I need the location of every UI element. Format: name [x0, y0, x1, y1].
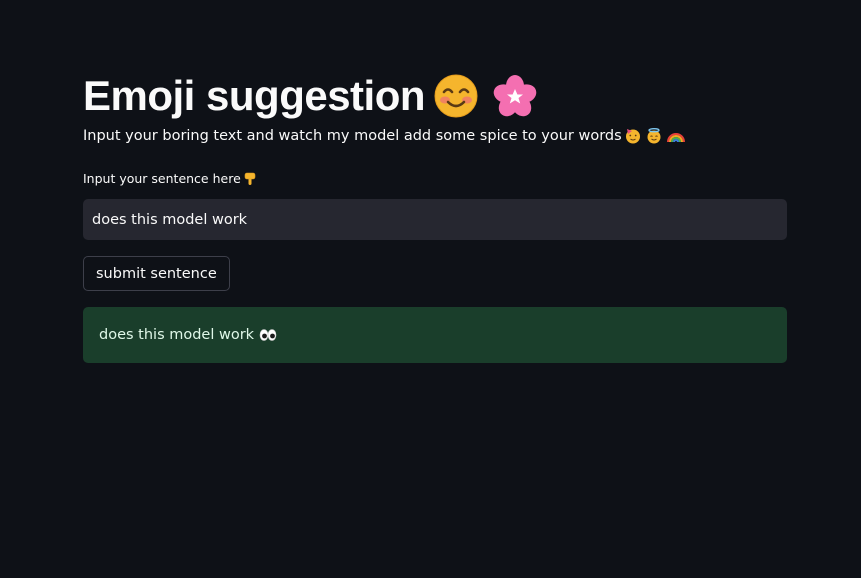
halo-face-icon — [646, 128, 662, 144]
description-text: Input your boring text and watch my mode… — [83, 128, 622, 144]
page-title-text: Emoji suggestion — [83, 72, 426, 120]
app-description: Input your boring text and watch my mode… — [83, 128, 685, 144]
cherry-blossom-icon — [491, 72, 539, 120]
eyes-icon — [259, 328, 277, 342]
page-title: Emoji suggestion — [83, 68, 539, 124]
submit-sentence-button[interactable]: submit sentence — [83, 256, 230, 291]
sentence-input[interactable] — [83, 199, 787, 240]
pointing-down-icon — [243, 171, 258, 186]
rainbow-icon — [666, 128, 685, 144]
smiling-face-icon — [433, 73, 479, 119]
sentence-input-label-text: Input your sentence here — [83, 171, 241, 186]
partying-face-icon — [625, 128, 641, 144]
result-success-box: does this model work — [83, 307, 787, 363]
result-text: does this model work — [99, 327, 255, 343]
sentence-input-label: Input your sentence here — [83, 171, 258, 186]
